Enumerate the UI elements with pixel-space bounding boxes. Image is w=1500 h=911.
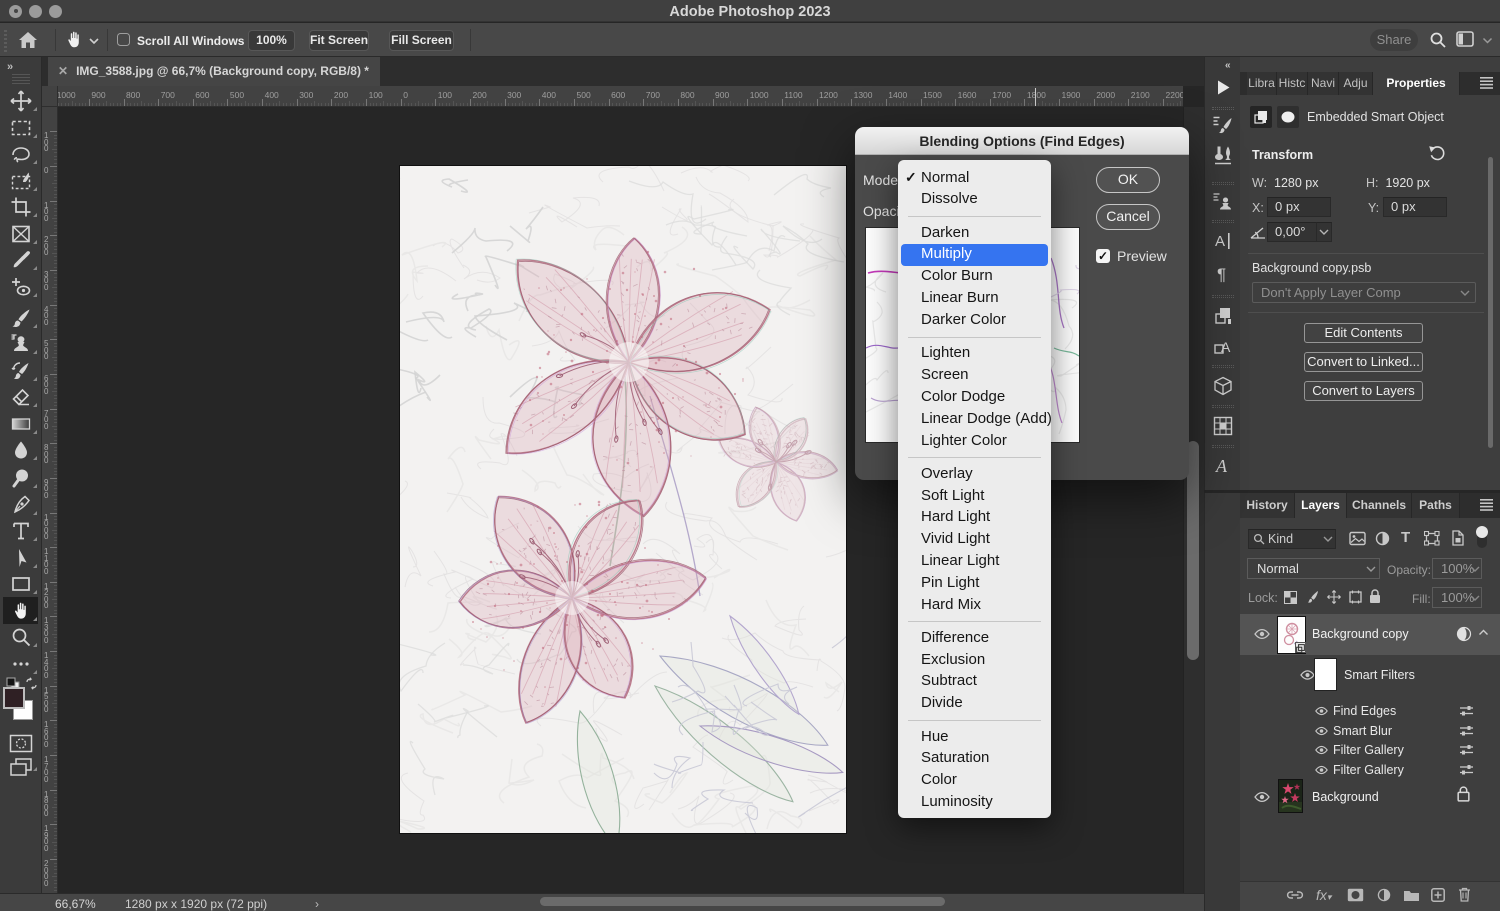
svg-text:A: A xyxy=(1215,233,1225,250)
svg-text:A: A xyxy=(1215,456,1228,476)
svg-text:¶: ¶ xyxy=(1217,265,1226,284)
